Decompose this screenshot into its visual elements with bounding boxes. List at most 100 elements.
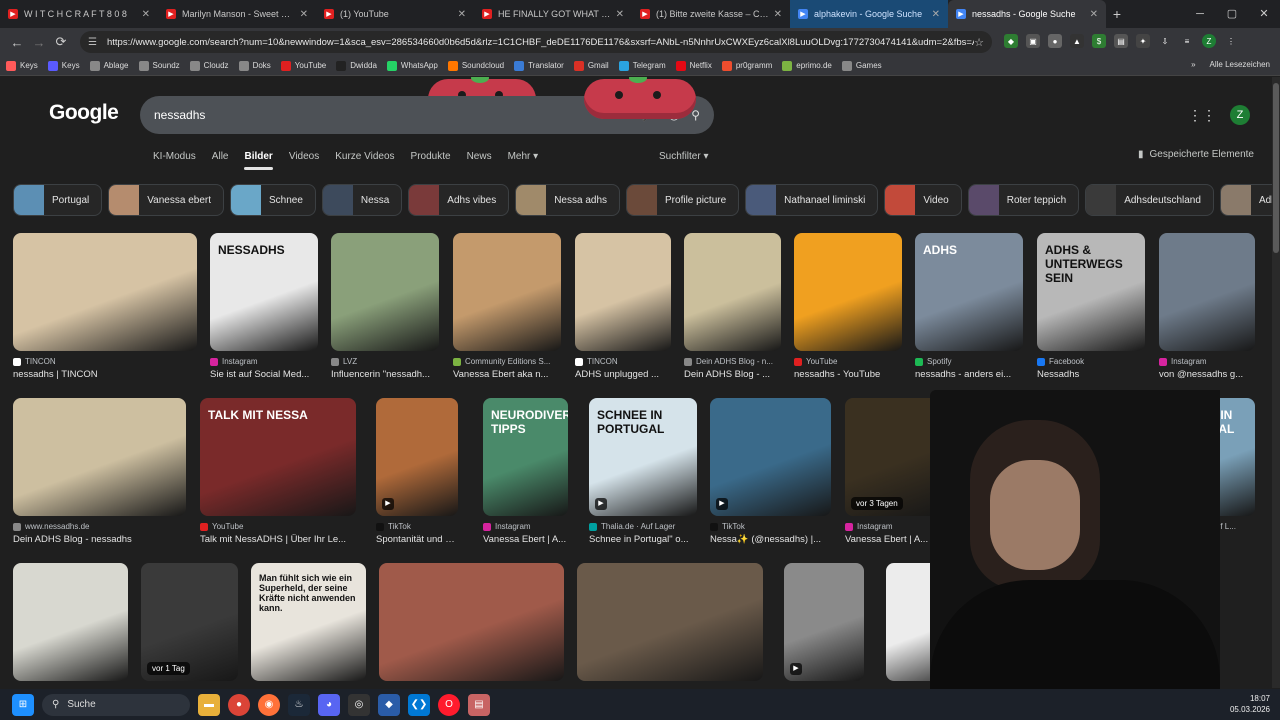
related-search-chip[interactable]: Vanessa ebert (108, 184, 224, 216)
app-icon[interactable]: ◆ (378, 693, 400, 716)
scrollbar[interactable] (1272, 77, 1280, 688)
bookmark-item[interactable]: Netflix (675, 60, 712, 71)
result-thumbnail[interactable] (453, 233, 561, 351)
result-thumbnail[interactable]: TALK MIT NESSA (200, 398, 356, 516)
result-title[interactable]: Vanessa Ebert aka n... (453, 369, 561, 380)
tab-alle[interactable]: Alle (212, 151, 229, 170)
all-bookmarks[interactable]: Alle Lesezeichen (1210, 60, 1270, 69)
menu-icon[interactable]: ⋮ (1224, 34, 1238, 48)
tab-close-icon[interactable]: ✕ (774, 9, 782, 20)
image-result[interactable] (13, 563, 128, 681)
browser-tab[interactable]: ▶ alphakevin - Google Suche ✕ (790, 0, 948, 28)
result-thumbnail[interactable] (684, 233, 781, 351)
result-thumbnail[interactable]: ▶ (710, 398, 831, 516)
result-thumbnail[interactable]: ▶ (376, 398, 458, 516)
bookmark-item[interactable]: Keys (47, 60, 80, 71)
address-url[interactable]: https://www.google.com/search?num=10&new… (107, 37, 974, 48)
image-result[interactable]: vor 3 Tagen Instagram Vanessa Ebert | A... (845, 398, 941, 545)
bookmark-item[interactable]: Doks (238, 60, 271, 71)
browser-tab[interactable]: ▶ W I T C H C R A F T 8 0 8 ✕ (0, 0, 158, 28)
download-icon[interactable]: ⇩ (1158, 34, 1172, 48)
puzzle-icon[interactable]: ✦ (1136, 34, 1150, 48)
bookmark-item[interactable]: WhatsApp (386, 60, 438, 71)
opera-icon[interactable]: O (438, 693, 460, 716)
image-result[interactable]: Instagram von @nessadhs g... (1159, 233, 1255, 380)
result-title[interactable]: Vanessa Ebert | A... (845, 534, 941, 545)
image-result[interactable]: SCHNEE IN PORTUGAL ▶ Thalia.de · Auf Lager… (589, 398, 697, 545)
tab-kurze-videos[interactable]: Kurze Videos (335, 151, 394, 170)
extension-icon[interactable]: ▤ (1114, 34, 1128, 48)
forward-icon[interactable]: → (28, 35, 50, 50)
related-search-chip[interactable]: Adhsdeutschland (1085, 184, 1214, 216)
result-thumbnail[interactable] (575, 233, 671, 351)
result-title[interactable]: Influencerin "nessadh... (331, 369, 439, 380)
related-search-chip[interactable]: Nessa (321, 184, 403, 216)
minimize-icon[interactable]: ─ (1184, 0, 1216, 28)
related-search-chip[interactable]: Roter teppich (967, 184, 1080, 216)
image-result[interactable]: TINCON ADHS unplugged ... (575, 233, 671, 380)
dollar-icon[interactable]: $ (1092, 34, 1106, 48)
bookmark-item[interactable]: pr0gramm (721, 60, 772, 71)
bookmark-item[interactable]: eprimo.de (782, 60, 832, 71)
result-thumbnail[interactable] (331, 233, 439, 351)
result-title[interactable]: Nessadhs (1037, 369, 1145, 380)
image-result[interactable]: ▶ TikTok Nessa✨ (@nessadhs) |... (710, 398, 831, 545)
result-thumbnail[interactable]: ADHS (915, 233, 1023, 351)
bookmark-item[interactable]: Soundz (138, 60, 180, 71)
profile-icon[interactable]: Z (1202, 34, 1216, 48)
tab-close-icon[interactable]: ✕ (458, 9, 466, 20)
image-result[interactable]: ADHS Spotify nessadhs - anders ei... (915, 233, 1023, 380)
image-result[interactable] (577, 563, 763, 681)
image-result[interactable]: Dein ADHS Blog - n... Dein ADHS Blog - ..… (684, 233, 781, 380)
bookmark-item[interactable]: Games (841, 60, 882, 71)
windows-start-icon[interactable]: ⊞ (12, 693, 34, 716)
result-title[interactable]: Schnee in Portugal" o... (589, 534, 697, 545)
browser-tab[interactable]: ▶ (1) YouTube ✕ (316, 0, 474, 28)
tab-close-icon[interactable]: ✕ (932, 9, 940, 20)
result-thumbnail[interactable]: NESSADHS (210, 233, 318, 351)
result-title[interactable]: Talk mit NessADHS | Über Ihr Le... (200, 534, 356, 545)
related-search-chip[interactable]: Schnee (230, 184, 316, 216)
result-thumbnail[interactable]: vor 3 Tagen (845, 398, 941, 516)
related-search-chip[interactable]: Profile picture (626, 184, 740, 216)
result-thumbnail[interactable] (794, 233, 902, 351)
result-thumbnail[interactable]: vor 1 Tag (141, 563, 238, 681)
result-title[interactable]: nessadhs | TINCON (13, 369, 197, 380)
image-result[interactable]: www.nessadhs.de Dein ADHS Blog - nessadhs (13, 398, 186, 545)
browser-tab[interactable]: ▶ nessadhs - Google Suche ✕ (948, 0, 1106, 28)
app-icon[interactable]: ◎ (348, 693, 370, 716)
result-title[interactable]: Vanessa Ebert | A... (483, 534, 568, 545)
image-result[interactable]: Man fühlt sich wie ein Superheld, der se… (251, 563, 366, 681)
search-filter-button[interactable]: Suchfilter ▾ (659, 151, 709, 162)
image-result[interactable]: Community Editions S... Vanessa Ebert aka… (453, 233, 561, 380)
result-title[interactable]: Sie ist auf Social Med... (210, 369, 318, 380)
saved-items-link[interactable]: ▮ Gespeicherte Elemente (1138, 149, 1254, 160)
tab-videos[interactable]: Videos (289, 151, 319, 170)
result-title[interactable]: von @nessadhs g... (1159, 369, 1255, 380)
browser-tab[interactable]: ▶ (1) Bitte zweite Kasse – Christo ✕ (632, 0, 790, 28)
tab-close-icon[interactable]: ✕ (300, 9, 308, 20)
tab-produkte[interactable]: Produkte (411, 151, 451, 170)
result-title[interactable]: nessadhs - YouTube (794, 369, 902, 380)
google-logo[interactable]: Google (49, 101, 119, 125)
tab-ki-modus[interactable]: KI-Modus (153, 151, 196, 170)
tab-bilder[interactable]: Bilder (244, 151, 274, 170)
result-thumbnail[interactable] (379, 563, 564, 681)
image-result[interactable]: YouTube nessadhs - YouTube (794, 233, 902, 380)
app-icon[interactable]: ▤ (468, 693, 490, 716)
result-thumbnail[interactable] (577, 563, 763, 681)
shield-icon[interactable]: ◆ (1004, 34, 1018, 48)
related-search-chip[interactable]: Adhs vibes (408, 184, 510, 216)
tab-close-icon[interactable]: ✕ (142, 9, 150, 20)
address-bar[interactable]: ☰ https://www.google.com/search?num=10&n… (80, 31, 992, 53)
bookmark-item[interactable]: Ablage (89, 60, 129, 71)
image-result[interactable]: ADHS & UNTERWEGS SEIN Facebook Nessadhs (1037, 233, 1145, 380)
tab-close-icon[interactable]: ✕ (1090, 9, 1098, 20)
result-thumbnail[interactable] (1159, 233, 1255, 351)
browser-tab[interactable]: ▶ Marilyn Manson - Sweet Dream ✕ (158, 0, 316, 28)
result-title[interactable]: nessadhs - anders ei... (915, 369, 1023, 380)
related-search-chip[interactable]: Video (884, 184, 962, 216)
bookmark-item[interactable]: Gmail (573, 60, 609, 71)
image-result[interactable]: NEURODIVERGENTE TIPPS Instagram Vanessa Eb… (483, 398, 568, 545)
site-info-icon[interactable]: ☰ (88, 37, 97, 48)
